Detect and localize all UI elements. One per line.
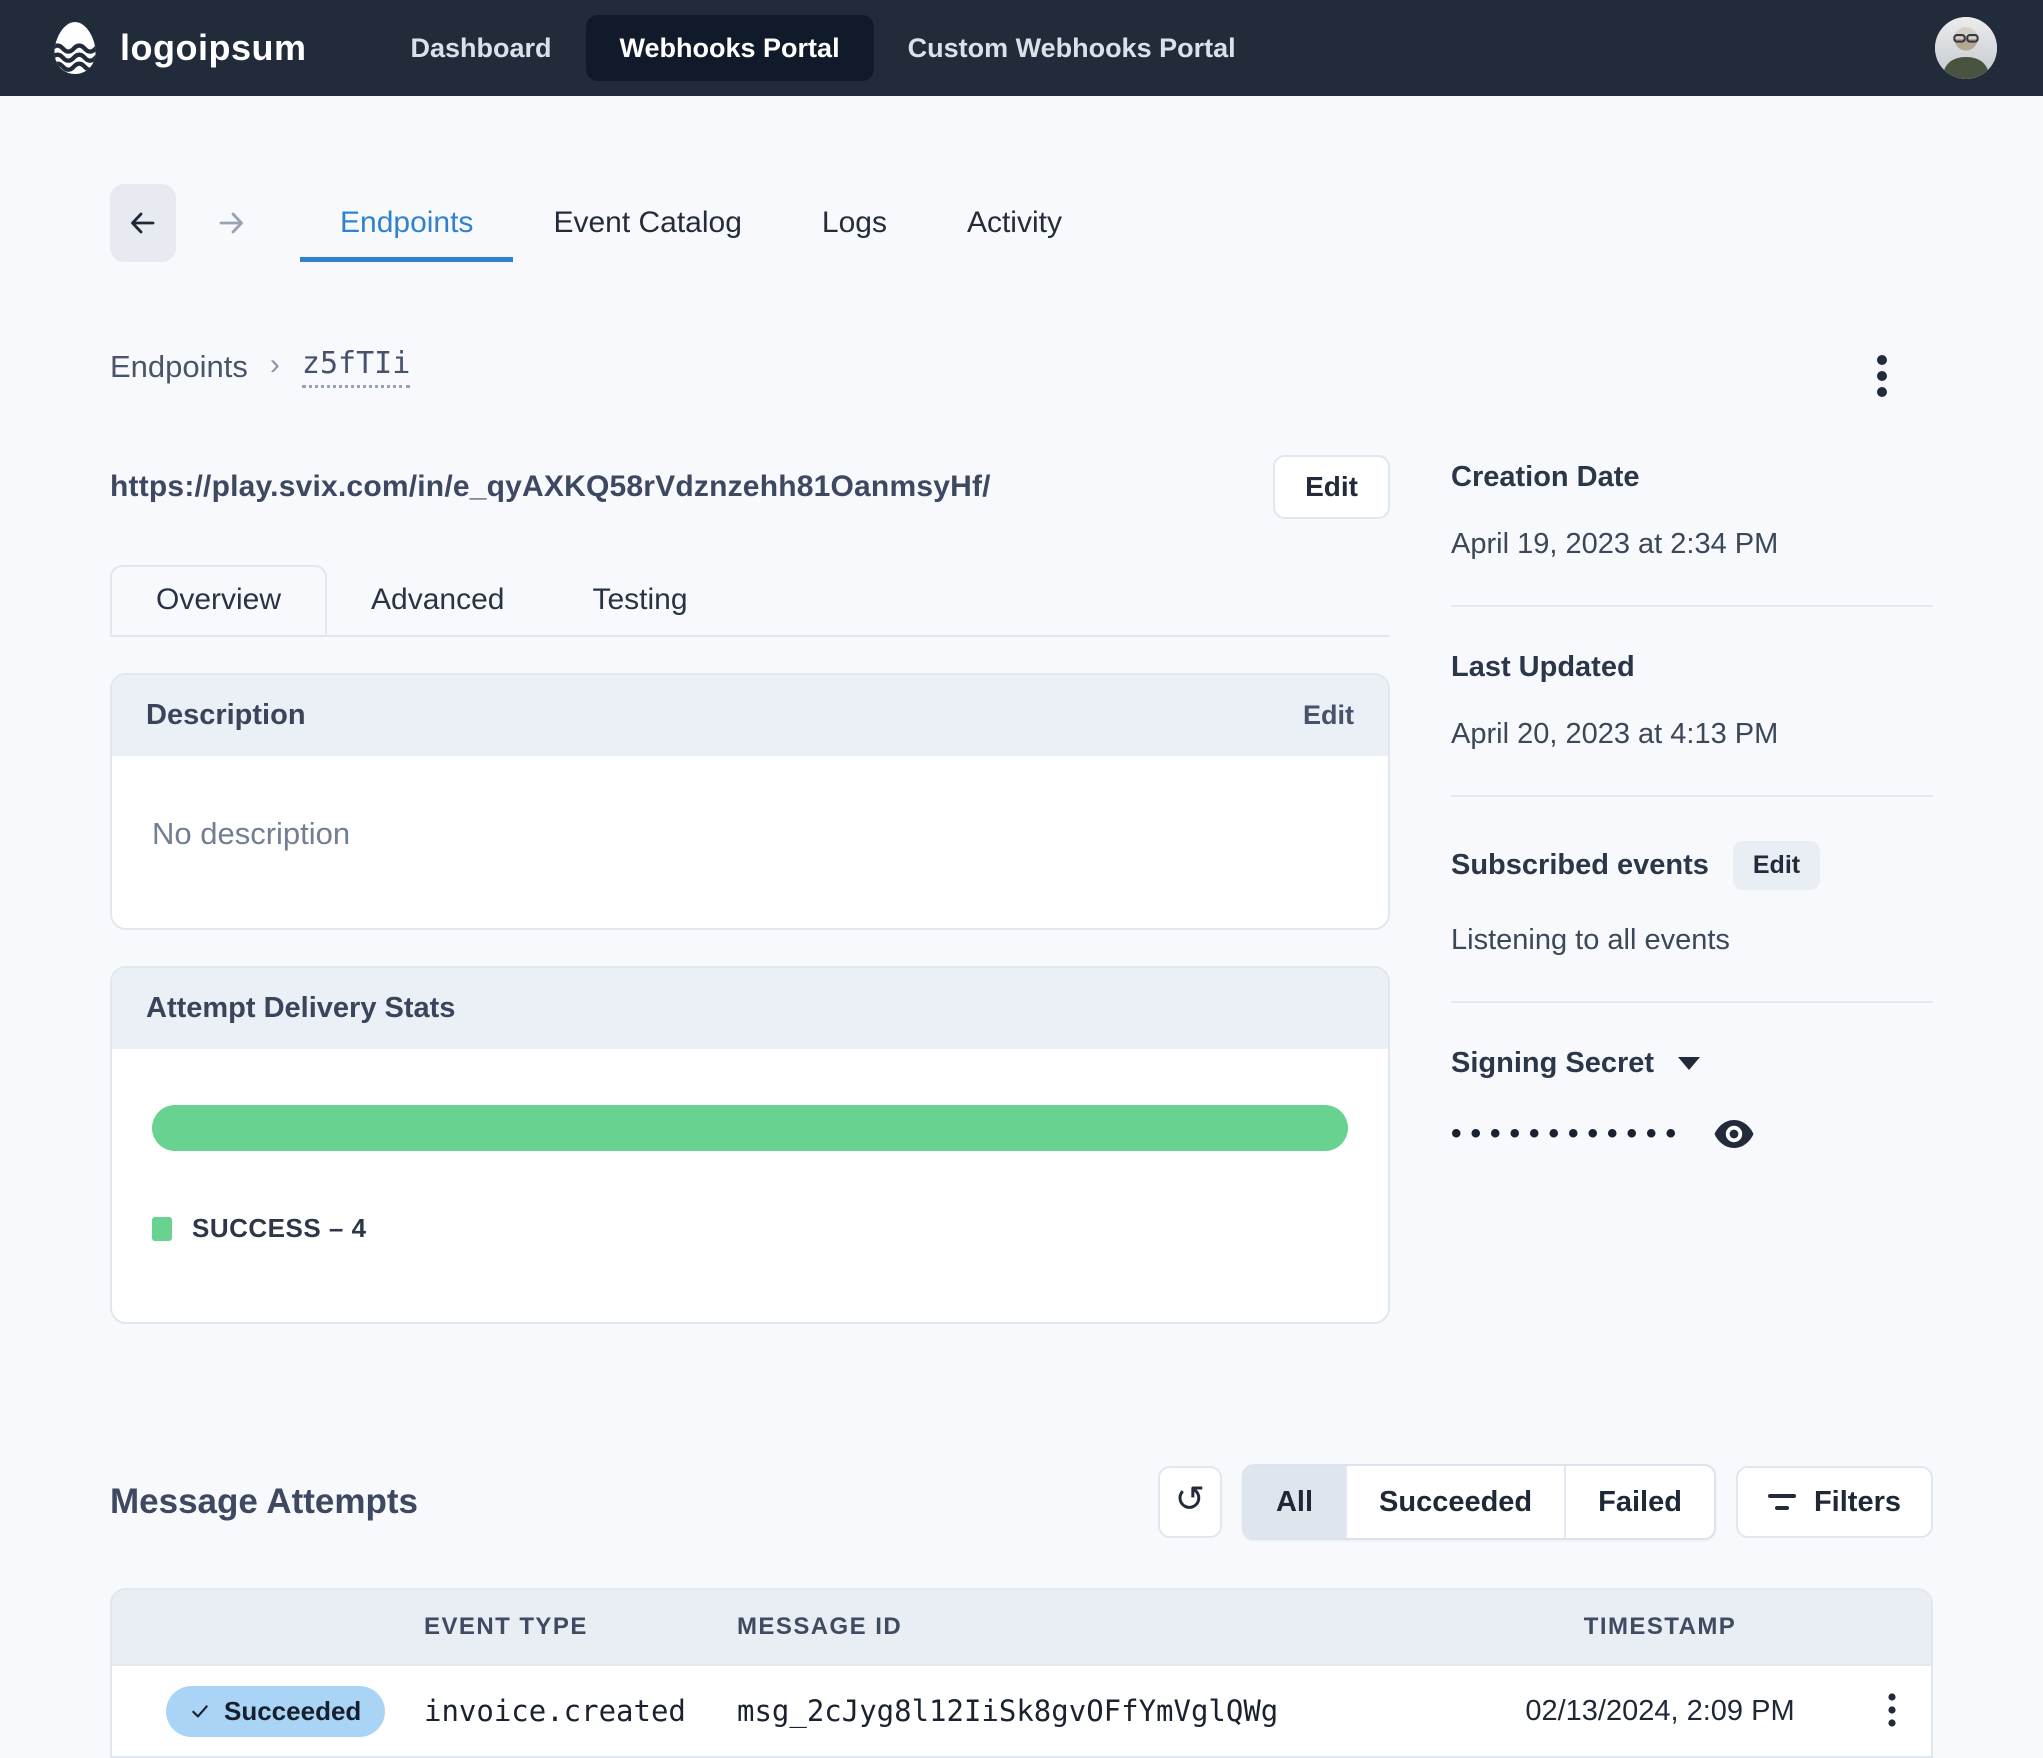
delivery-stats-title: Attempt Delivery Stats bbox=[146, 992, 456, 1024]
creation-date-value: April 19, 2023 at 2:34 PM bbox=[1451, 528, 1779, 560]
description-empty-text: No description bbox=[152, 816, 351, 851]
tab-activity[interactable]: Activity bbox=[927, 184, 1102, 262]
column-header-timestamp: TIMESTAMP bbox=[1583, 1613, 1737, 1640]
avatar[interactable] bbox=[1935, 17, 1997, 79]
column-header-event-type: EVENT TYPE bbox=[424, 1613, 588, 1640]
breadcrumb-endpoint-id[interactable]: z5fTIi bbox=[301, 346, 411, 388]
tab-endpoints[interactable]: Endpoints bbox=[300, 184, 514, 262]
filter-failed-button[interactable]: Failed bbox=[1564, 1466, 1714, 1538]
filter-icon bbox=[1767, 1494, 1796, 1510]
status-filter-segmented: All Succeeded Failed bbox=[1241, 1464, 1716, 1540]
signing-secret-label: Signing Secret bbox=[1451, 1047, 1655, 1079]
avatar-image bbox=[1935, 17, 1997, 79]
tab-testing[interactable]: Testing bbox=[548, 565, 731, 635]
portal-tab-bar: Endpoints Event Catalog Logs Activity bbox=[110, 184, 1933, 262]
logo-icon bbox=[54, 22, 96, 74]
table-header-row: EVENT TYPE MESSAGE ID TIMESTAMP bbox=[112, 1590, 1931, 1664]
success-legend-swatch bbox=[152, 1216, 172, 1241]
subscribed-events-section: Subscribed events Edit Listening to all … bbox=[1451, 797, 1933, 1003]
navbar-links: Dashboard Webhooks Portal Custom Webhook… bbox=[377, 15, 1270, 81]
subscribed-events-value: Listening to all events bbox=[1451, 924, 1730, 956]
detail-tab-bar: Overview Advanced Testing bbox=[110, 565, 1390, 637]
description-title: Description bbox=[146, 699, 306, 731]
creation-date-label: Creation Date bbox=[1451, 461, 1640, 493]
filters-button-label: Filters bbox=[1813, 1485, 1901, 1518]
filter-all-button[interactable]: All bbox=[1243, 1466, 1346, 1538]
logo-text: logoipsum bbox=[120, 27, 307, 68]
tab-advanced[interactable]: Advanced bbox=[327, 565, 548, 635]
creation-date-section: Creation Date April 19, 2023 at 2:34 PM bbox=[1451, 455, 1933, 607]
endpoint-sidebar: Creation Date April 19, 2023 at 2:34 PM … bbox=[1451, 455, 1933, 1324]
timestamp-cell: 02/13/2024, 2:09 PM bbox=[1525, 1694, 1795, 1727]
last-updated-section: Last Updated April 20, 2023 at 4:13 PM bbox=[1451, 607, 1933, 797]
status-badge-label: Succeeded bbox=[224, 1695, 362, 1726]
endpoint-main-column: https://play.svix.com/in/e_qyAXKQ58rVdzn… bbox=[110, 455, 1390, 1324]
success-legend-label: SUCCESS – 4 bbox=[192, 1213, 367, 1243]
message-id-cell: msg_2cJyg8l12IiSk8gvOFfYmVglQWg bbox=[737, 1694, 1279, 1728]
nav-item-custom-webhooks-portal[interactable]: Custom Webhooks Portal bbox=[874, 15, 1270, 81]
breadcrumb-root[interactable]: Endpoints bbox=[110, 349, 248, 385]
check-icon bbox=[192, 1705, 208, 1718]
description-card: Description Edit No description bbox=[110, 673, 1390, 930]
delivery-stats-header: Attempt Delivery Stats bbox=[112, 968, 1388, 1049]
chevron-right-icon: › bbox=[269, 348, 280, 381]
status-badge: Succeeded bbox=[166, 1685, 386, 1737]
delivery-stats-card: Attempt Delivery Stats SUCCESS – 4 bbox=[110, 966, 1390, 1324]
breadcrumb-row: Endpoints › z5fTIi bbox=[110, 346, 1933, 409]
tab-event-catalog[interactable]: Event Catalog bbox=[513, 184, 781, 262]
event-type-cell: invoice.created bbox=[424, 1694, 686, 1728]
message-attempts-controls: ↺ All Succeeded Failed Filters bbox=[1157, 1464, 1933, 1540]
refresh-icon: ↺ bbox=[1174, 1479, 1206, 1520]
refresh-button[interactable]: ↺ bbox=[1157, 1466, 1222, 1538]
signing-secret-section: Signing Secret •••••••••••• bbox=[1451, 1003, 1933, 1194]
tab-overview[interactable]: Overview bbox=[110, 565, 328, 635]
back-arrow-icon bbox=[131, 212, 155, 234]
nav-item-dashboard[interactable]: Dashboard bbox=[377, 15, 586, 81]
breadcrumb: Endpoints › z5fTIi bbox=[110, 346, 411, 388]
nav-item-webhooks-portal[interactable]: Webhooks Portal bbox=[585, 15, 874, 81]
kebab-icon bbox=[1888, 1692, 1896, 1727]
chevron-down-icon[interactable] bbox=[1678, 1057, 1701, 1070]
description-card-header: Description Edit bbox=[112, 675, 1388, 756]
message-attempts-table: EVENT TYPE MESSAGE ID TIMESTAMP Succeede… bbox=[110, 1588, 1933, 1758]
endpoint-options-button[interactable] bbox=[1867, 346, 1897, 409]
edit-url-button[interactable]: Edit bbox=[1273, 455, 1390, 519]
back-button[interactable] bbox=[110, 184, 176, 262]
edit-description-button[interactable]: Edit bbox=[1303, 700, 1354, 731]
logo: logoipsum bbox=[46, 19, 307, 77]
last-updated-value: April 20, 2023 at 4:13 PM bbox=[1451, 718, 1779, 750]
kebab-icon bbox=[1877, 355, 1887, 397]
row-options-button[interactable] bbox=[1852, 1692, 1931, 1730]
message-attempts-title: Message Attempts bbox=[110, 1482, 418, 1521]
reveal-secret-button[interactable] bbox=[1713, 1118, 1755, 1150]
subscribed-events-label: Subscribed events bbox=[1451, 849, 1709, 881]
success-stat-bar bbox=[152, 1105, 1348, 1151]
forward-button[interactable] bbox=[198, 184, 264, 262]
filters-button[interactable]: Filters bbox=[1735, 1466, 1933, 1538]
filter-succeeded-button[interactable]: Succeeded bbox=[1345, 1466, 1565, 1538]
top-navbar: logoipsum Dashboard Webhooks Portal Cust… bbox=[0, 0, 2043, 96]
column-header-message-id: MESSAGE ID bbox=[737, 1613, 903, 1640]
last-updated-label: Last Updated bbox=[1451, 651, 1635, 683]
table-row[interactable]: Succeeded invoice.created msg_2cJyg8l12I… bbox=[112, 1664, 1931, 1756]
stat-legend: SUCCESS – 4 bbox=[152, 1213, 1348, 1244]
tab-logs[interactable]: Logs bbox=[782, 184, 927, 262]
eye-icon bbox=[1714, 1120, 1754, 1148]
forward-arrow-icon bbox=[219, 212, 243, 234]
endpoint-url: https://play.svix.com/in/e_qyAXKQ58rVdzn… bbox=[110, 470, 991, 503]
edit-subscribed-events-button[interactable]: Edit bbox=[1732, 841, 1821, 890]
signing-secret-masked: •••••••••••• bbox=[1451, 1117, 1686, 1150]
